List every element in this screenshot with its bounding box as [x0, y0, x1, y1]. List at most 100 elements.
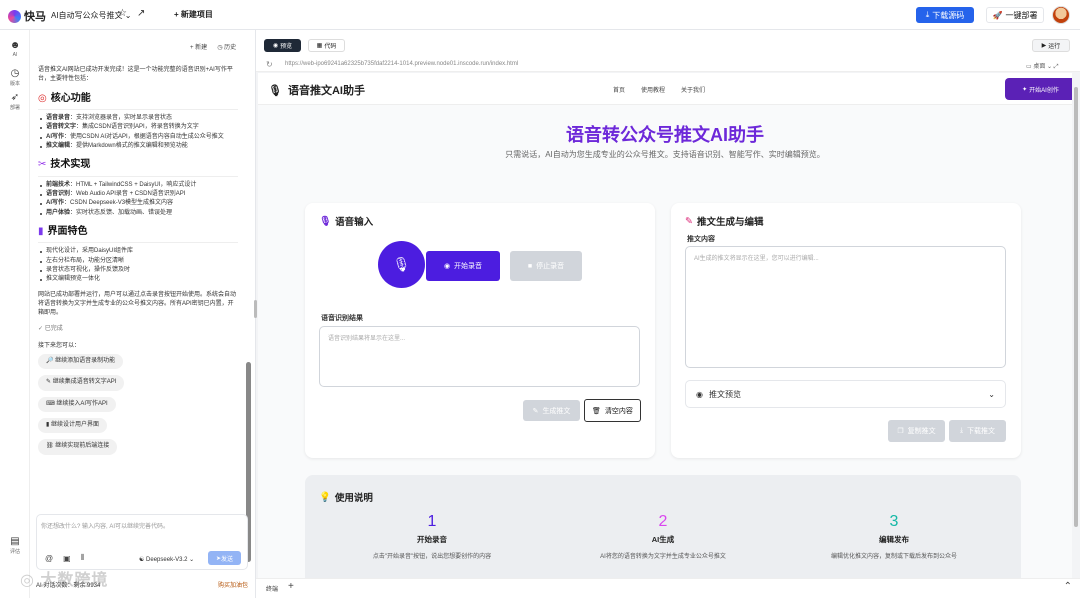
bottom-bar: 终端 + ⌃ — [256, 578, 1080, 598]
chat-intro: 语音推文AI网站已成功开发完成！这是一个功能完整的语音识别+AI写作平台，主要特… — [38, 67, 233, 83]
device-select[interactable]: ▭ 桌面 ⌄ ⤢ — [1026, 61, 1059, 71]
clock-icon: ◷ — [10, 68, 20, 79]
star-icon[interactable]: ☆ — [118, 8, 127, 19]
scroll-thumb[interactable] — [1074, 87, 1078, 527]
preview-label: 推文预览 — [708, 389, 741, 399]
content-textarea[interactable]: AI生成的推文将显示在这里，您可以进行编辑... — [685, 246, 1006, 368]
buy-pack-link[interactable]: 购买加油包 — [218, 580, 248, 589]
new-chat-button[interactable]: + 新建 — [190, 42, 207, 51]
app-logo[interactable]: 快马 — [8, 8, 46, 24]
run-button[interactable]: ▶ 运行 — [1032, 39, 1070, 52]
terminal-tab[interactable]: 终端 — [266, 584, 278, 593]
suggestion-chip[interactable]: 🔎 继续添加语音录制功能 — [38, 354, 124, 370]
list-item: 现代化设计，采用DaisyUI组件库 — [40, 247, 238, 256]
suggestion-chip[interactable]: ⌨ 继续接入AI写作API — [38, 396, 116, 413]
result-placeholder: 语音识别结果将显示在这里... — [328, 336, 406, 342]
result-label: 语音识别结果 — [321, 315, 363, 322]
generate-label: 生成推文 — [542, 407, 571, 415]
section-title: 技术实现 — [50, 159, 91, 171]
rail-label: AI — [12, 52, 18, 58]
refresh-icon[interactable]: ↻ — [266, 60, 273, 69]
chat-summary: 网站已成功部署并运行，用户可以通过点击录音按钮开始使用。系统会自动将语音转换为文… — [38, 291, 237, 317]
preview-url[interactable]: https://web-ipo69241a62325b735fdaf2214-1… — [285, 61, 518, 67]
item-key: 用户体验 — [46, 209, 71, 216]
new-project-button[interactable]: + 新建项目 — [174, 9, 213, 20]
preview-scrollbar[interactable] — [1072, 73, 1080, 578]
rail-item-version[interactable]: ◷ 版本 — [0, 68, 30, 87]
record-icon: ◉ — [443, 263, 451, 270]
panel-resize-handle[interactable] — [254, 300, 257, 318]
done-status: ✓ 已完成 — [38, 325, 63, 332]
mic-button[interactable]: 🎙 — [378, 241, 425, 288]
deploy-button[interactable]: 🚀 一键部署 — [986, 7, 1044, 23]
share-icon[interactable]: ↗ — [137, 8, 145, 19]
section-tech: ✂ 技术实现 — [38, 157, 238, 177]
step-desc: 点击"开始录音"按钮，说出您想要创作的内容 — [372, 554, 492, 560]
item-key: AI写作 — [46, 133, 65, 140]
start-ai-button[interactable]: ✦ 开始AI创作 — [1005, 78, 1072, 100]
edit-card: ✎ 推文生成与编辑 推文内容 AI生成的推文将显示在这里，您可以进行编辑... ◉… — [671, 203, 1021, 458]
play-icon: ▶ — [1041, 43, 1047, 49]
content-placeholder: AI生成的推文将显示在这里，您可以进行编辑... — [694, 256, 819, 262]
item-key: 语音识别 — [46, 191, 71, 198]
preview-accordion[interactable]: ◉ 推文预览 ⌄ — [685, 380, 1006, 408]
step-desc: AI将您的语音转换为文字并生成专业公众号推文 — [600, 554, 726, 560]
site-brand[interactable]: 🎙 语音推文AI助手 — [268, 82, 365, 98]
clear-button[interactable]: 🗑 清空内容 — [584, 399, 641, 422]
result-textarea[interactable]: 语音识别结果将显示在这里... — [319, 326, 640, 387]
plus-icon[interactable]: + — [288, 581, 294, 592]
tab-code[interactable]: ▦ 代码 — [308, 39, 345, 52]
download-icon: ⤓ — [925, 10, 930, 19]
user-avatar[interactable] — [1052, 6, 1070, 24]
preview-toolbar: ◉ 预览 ▦ 代码 ▶ 运行 — [256, 30, 1080, 58]
chat-input[interactable]: 你还想改什么? 输入内容, AI可以继续完善代码。 @ ▣ ⦀ ☯ Deepse… — [36, 514, 248, 570]
edit-card-title: ✎ 推文生成与编辑 — [685, 214, 763, 229]
copy-button[interactable]: ❐ 复制推文 — [888, 420, 945, 442]
send-button[interactable]: ➤ 发送 — [208, 551, 241, 565]
run-label: 运行 — [1048, 44, 1061, 50]
list-item: 推文编辑：提供Markdown格式的推文编辑和预览功能 — [40, 142, 238, 151]
tools-icon: ✂ — [38, 159, 47, 171]
logo-icon — [8, 9, 21, 23]
rail-item-deploy[interactable]: ➶ 部署 — [0, 92, 30, 111]
microphone-icon: 🎙 — [268, 84, 282, 97]
list-item: 录音状态可视化，操作反馈及时 — [40, 266, 238, 275]
download-icon: ⤓ — [959, 427, 964, 434]
chevron-up-icon[interactable]: ⌃ — [1064, 581, 1072, 592]
suggestion-chip[interactable]: ▮ 继续设计用户界面 — [38, 418, 107, 434]
item-value: ：实时状态反馈、加载动画、错误处理 — [70, 209, 173, 216]
item-key: 推文编辑 — [46, 142, 71, 149]
hero-subtitle: 只需说话，AI自动为您生成专业的公众号推文。支持语音识别、智能写作、实时编辑预览… — [505, 150, 825, 159]
suggestion-chip[interactable]: ⛓ 继续实现前后端连接 — [38, 439, 118, 455]
rail-label: 版本 — [9, 81, 20, 87]
voice-input-card: 🎙 语音输入 🎙 ◉ 开始录音 ■ 停止录音 语音识别结果 语音识别结果将显示在这里.… — [305, 203, 655, 458]
image-icon[interactable]: ▣ — [63, 554, 71, 563]
tab-preview[interactable]: ◉ 预览 — [264, 39, 301, 52]
usage-title: 💡 使用说明 — [319, 490, 373, 505]
nav-link-about[interactable]: 关于我们 — [681, 85, 705, 94]
item-value: ：Web Audio API录音 + CSDN语音识别API — [70, 191, 186, 198]
tab-label: 预览 — [280, 44, 293, 50]
model-select[interactable]: ☯ Deepseek-V3.2 ⌄ — [139, 556, 194, 563]
step-3: 3 编辑发布 编辑优化推文内容，复制或下载后发布到公众号 — [784, 513, 1004, 560]
step-number: 2 — [658, 513, 668, 530]
download-post-button[interactable]: ⤓ 下载推文 — [949, 420, 1006, 442]
suggestion-chip[interactable]: ✎ 继续集成语音转文字API — [38, 375, 125, 391]
history-button[interactable]: ◷ 历史 — [217, 42, 236, 51]
generate-button[interactable]: ✎ 生成推文 — [523, 400, 580, 421]
stop-recording-button[interactable]: ■ 停止录音 — [510, 251, 582, 281]
start-recording-button[interactable]: ◉ 开始录音 — [426, 251, 500, 281]
nav-link-tutorial[interactable]: 使用教程 — [641, 85, 665, 94]
usage-section: 💡 使用说明 1 开始录音 点击"开始录音"按钮，说出您想要创作的内容 2 AI生成 AI… — [305, 475, 1021, 578]
step-1: 1 开始录音 点击"开始录音"按钮，说出您想要创作的内容 — [322, 513, 542, 560]
rail-item-ai[interactable]: ☻ AI — [0, 40, 30, 58]
download-source-button[interactable]: ⤓ 下载源码 — [916, 7, 974, 23]
stop-icon: ■ — [527, 262, 533, 270]
at-icon[interactable]: @ — [45, 554, 53, 563]
rail-item-feedback[interactable]: ▤ 评估 — [0, 536, 30, 555]
tech-list: 前端技术：HTML + TailwindCSS + DaisyUI，响应式设计 … — [40, 181, 238, 218]
watermark-text: 大数跨境 — [40, 572, 109, 589]
next-steps-label: 接下来您可以： — [38, 342, 81, 349]
voice-icon[interactable]: ⦀ — [81, 553, 85, 563]
nav-link-home[interactable]: 首页 — [613, 85, 625, 94]
